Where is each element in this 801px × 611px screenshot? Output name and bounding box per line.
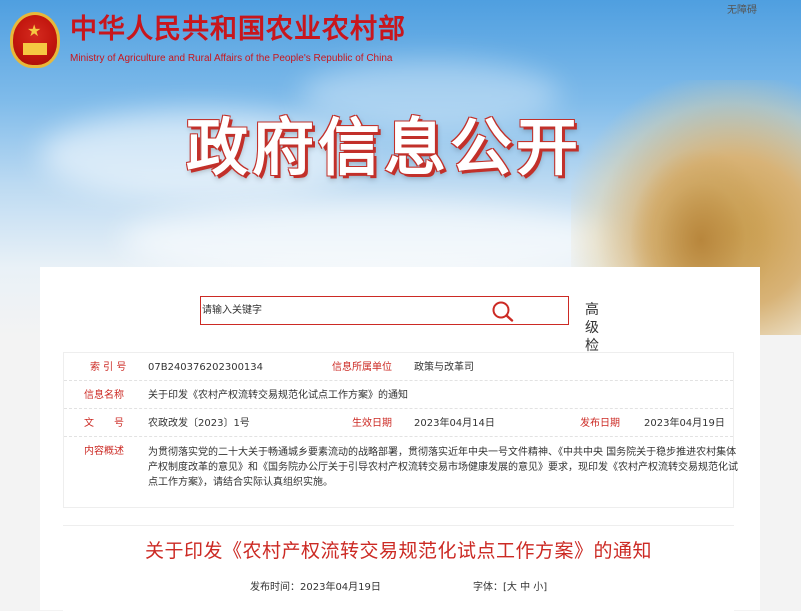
article-header: 关于印发《农村产权流转交易规范化试点工作方案》的通知 发布时间：2023年04月… bbox=[63, 525, 734, 611]
info-row: 内容概述 为贯彻落实党的二十大关于畅通城乡要素流动的战略部署，贯彻落实近年中央一… bbox=[64, 437, 738, 507]
effective-date-value: 2023年04月14日 bbox=[414, 418, 495, 429]
effective-date-label: 生效日期 bbox=[352, 418, 392, 429]
font-size-bracket: ] bbox=[543, 582, 548, 593]
ministry-name-cn[interactable]: 中华人民共和国农业农村部 bbox=[70, 14, 406, 46]
font-size-switcher: 字体：[大 中 小] bbox=[473, 581, 547, 595]
info-row: 文 号 农政改发〔2023〕1号 生效日期 2023年04月14日 发布日期 2… bbox=[64, 409, 733, 437]
info-row: 索 引 号 07B240376202300134 信息所属单位 政策与改革司 bbox=[64, 353, 733, 381]
star-icon: ★ bbox=[27, 21, 42, 40]
font-medium-button[interactable]: 中 bbox=[520, 582, 530, 593]
index-label: 索 引 号 bbox=[90, 362, 127, 373]
doc-number-value: 农政改发〔2023〕1号 bbox=[148, 418, 250, 429]
main-panel: 高级检索 索 引 号 07B240376202300134 信息所属单位 政策与… bbox=[40, 267, 760, 611]
doc-number-label: 文 号 bbox=[84, 418, 124, 429]
font-large-button[interactable]: 大 bbox=[507, 582, 517, 593]
name-label: 信息名称 bbox=[84, 390, 124, 401]
summary-value: 为贯彻落实党的二十大关于畅通城乡要素流动的战略部署，贯彻落实近年中央一号文件精神… bbox=[148, 447, 738, 488]
search-box bbox=[200, 296, 569, 325]
font-size-label: 字体：[ bbox=[473, 582, 507, 593]
ministry-name-en[interactable]: Ministry of Agriculture and Rural Affair… bbox=[70, 52, 392, 66]
page-title: 政府信息公开 bbox=[186, 111, 583, 184]
publish-date-label: 发布日期 bbox=[580, 418, 620, 429]
dept-value: 政策与改革司 bbox=[414, 362, 474, 373]
national-emblem-icon[interactable]: ★ bbox=[10, 12, 60, 68]
accessibility-link[interactable]: 无障碍 bbox=[727, 4, 757, 18]
info-table: 索 引 号 07B240376202300134 信息所属单位 政策与改革司 信… bbox=[63, 352, 738, 508]
article-publish-time: 发布时间：2023年04月19日 bbox=[250, 582, 381, 593]
info-row: 信息名称 关于印发《农村产权流转交易规范化试点工作方案》的通知 bbox=[64, 381, 733, 409]
publish-date-value: 2023年04月19日 bbox=[644, 418, 725, 429]
search-input[interactable] bbox=[202, 298, 502, 323]
gate-icon bbox=[23, 43, 47, 55]
dept-label: 信息所属单位 bbox=[332, 362, 392, 373]
name-value: 关于印发《农村产权流转交易规范化试点工作方案》的通知 bbox=[148, 390, 408, 401]
font-small-button[interactable]: 小 bbox=[533, 582, 543, 593]
search-icon[interactable] bbox=[491, 300, 515, 322]
index-value: 07B240376202300134 bbox=[148, 362, 264, 373]
summary-label: 内容概述 bbox=[84, 446, 124, 457]
article-title: 关于印发《农村产权流转交易规范化试点工作方案》的通知 bbox=[144, 540, 652, 562]
